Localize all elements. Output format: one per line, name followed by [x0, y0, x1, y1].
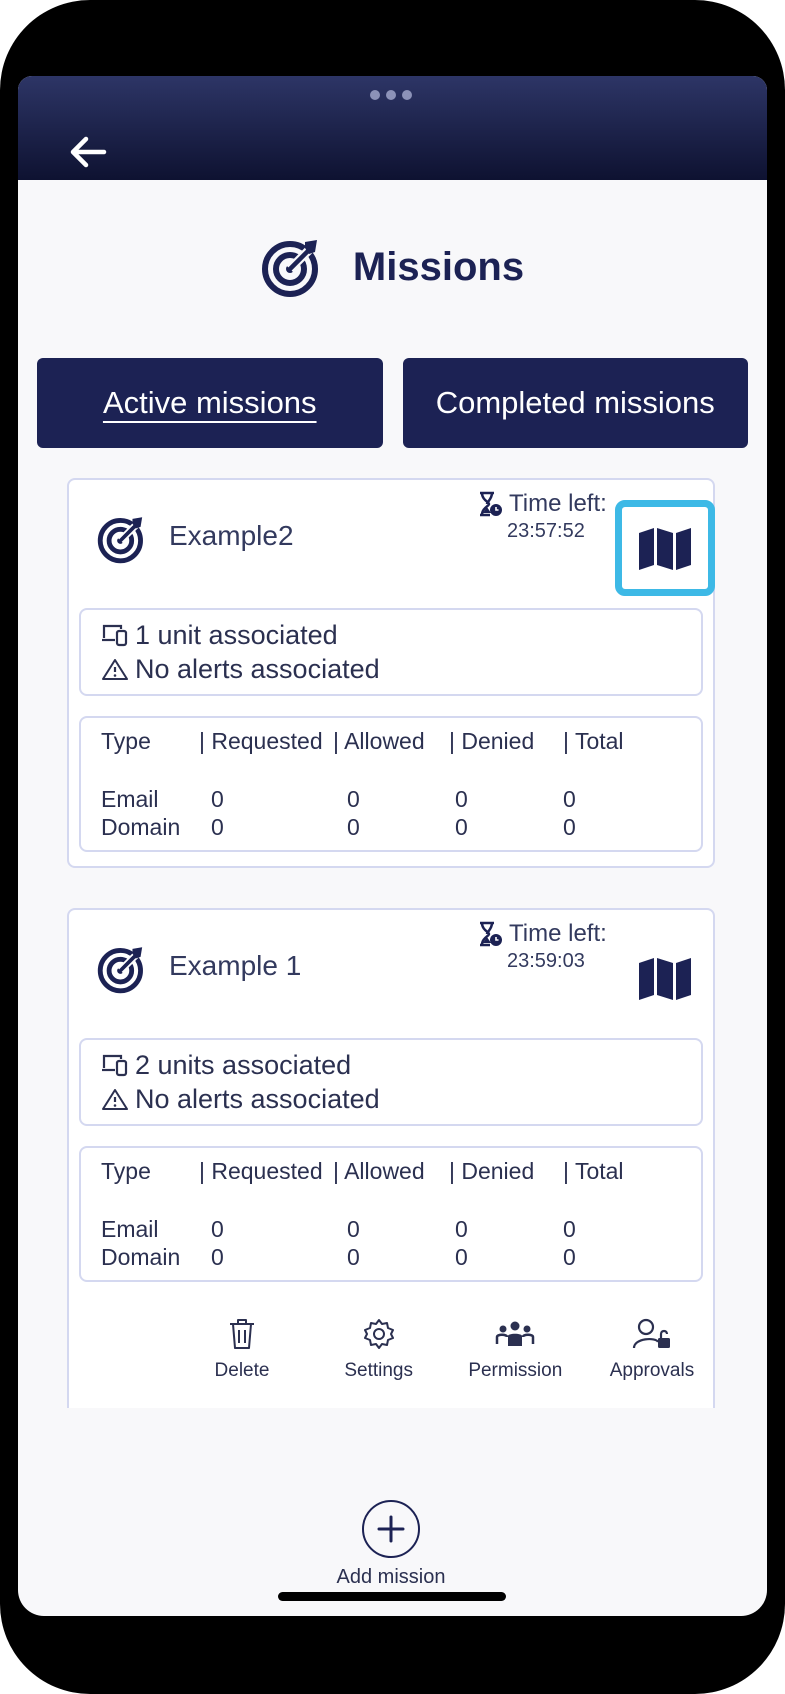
- user-lock-icon: [632, 1318, 670, 1349]
- warning-icon: [102, 1089, 128, 1110]
- table-cell: 0: [563, 786, 576, 812]
- time-left: Time left: 23:57:52: [477, 490, 627, 543]
- units-alerts-box: 1 unit associated No alerts associated: [79, 608, 703, 696]
- table-cell: 0: [347, 786, 360, 812]
- table-header: | Allowed: [333, 728, 425, 754]
- map-button[interactable]: [615, 500, 715, 596]
- delete-label: Delete: [214, 1360, 270, 1381]
- mission-card-header: Example2 Time left: 23:57:52: [69, 480, 715, 608]
- map-icon: [639, 958, 691, 1000]
- requests-table: Type | Requested | Allowed | Denied | To…: [79, 716, 703, 852]
- page-title: Missions: [352, 244, 525, 289]
- plus-icon: [377, 1515, 405, 1543]
- devices-icon: [102, 1054, 128, 1077]
- target-icon: [97, 517, 143, 564]
- app-screen: Missions Active missions Completed missi…: [18, 76, 767, 1616]
- more-dots-icon[interactable]: [370, 90, 412, 100]
- approvals-button[interactable]: Approvals: [587, 1318, 717, 1382]
- table-cell: 0: [347, 1216, 360, 1242]
- map-button[interactable]: [615, 930, 715, 1026]
- table-header: | Denied: [449, 1158, 535, 1184]
- time-left-label: Time left:: [509, 490, 607, 517]
- home-indicator[interactable]: [278, 1592, 506, 1601]
- phone-frame: Missions Active missions Completed missi…: [0, 0, 785, 1694]
- settings-button[interactable]: Settings: [314, 1318, 444, 1382]
- approvals-label: Approvals: [609, 1360, 695, 1381]
- alerts-associated: No alerts associated: [135, 654, 380, 684]
- units-alerts-box: 2 units associated No alerts associated: [79, 1038, 703, 1126]
- table-cell: Domain: [101, 814, 181, 840]
- back-arrow-icon[interactable]: [68, 134, 108, 170]
- tab-completed-label: Completed missions: [435, 385, 715, 420]
- table-cell: 0: [563, 1216, 576, 1242]
- hourglass-icon: [480, 491, 502, 517]
- mission-card-header: Example 1 Time left: 23:59:03: [69, 910, 713, 1038]
- warning-icon: [102, 659, 128, 680]
- table-header: Type: [101, 728, 151, 754]
- table-cell: 0: [211, 1244, 224, 1270]
- requests-table: Type | Requested | Allowed | Denied | To…: [79, 1146, 703, 1282]
- table-cell: 0: [455, 814, 468, 840]
- add-mission-label: Add mission: [336, 1566, 446, 1588]
- tab-active-missions[interactable]: Active missions: [37, 358, 383, 448]
- delete-button[interactable]: Delete: [177, 1318, 307, 1382]
- tab-active-label: Active missions: [102, 385, 317, 420]
- permission-button[interactable]: Permission: [450, 1318, 580, 1382]
- add-mission-button[interactable]: [362, 1500, 420, 1558]
- table-header: Type: [101, 1158, 151, 1184]
- gear-icon: [363, 1319, 394, 1349]
- mission-card[interactable]: Example2 Time left: 23:57:52 1 unit asso…: [67, 478, 715, 868]
- tab-completed-missions[interactable]: Completed missions: [402, 358, 748, 448]
- table-cell: Domain: [101, 1244, 181, 1270]
- units-associated: 2 units associated: [135, 1050, 352, 1080]
- table-cell: 0: [211, 786, 224, 812]
- top-bar: [18, 76, 767, 180]
- table-header: | Denied: [449, 728, 535, 754]
- table-header: | Total: [563, 728, 624, 754]
- table-header: | Requested: [199, 728, 323, 754]
- alerts-associated: No alerts associated: [135, 1084, 380, 1114]
- table-cell: 0: [211, 814, 224, 840]
- time-left-value: 23:57:52: [507, 520, 585, 542]
- trash-icon: [230, 1319, 254, 1349]
- map-icon: [639, 528, 691, 570]
- table-cell: 0: [455, 1216, 468, 1242]
- table-header: | Allowed: [333, 1158, 425, 1184]
- table-cell: 0: [347, 814, 360, 840]
- hourglass-icon: [480, 921, 502, 947]
- target-icon: [261, 240, 318, 297]
- permission-label: Permission: [468, 1360, 563, 1381]
- table-cell: Email: [101, 786, 159, 812]
- time-left-label: Time left:: [509, 920, 607, 947]
- table-cell: 0: [563, 1244, 576, 1270]
- add-mission: Add mission: [331, 1500, 451, 1589]
- devices-icon: [102, 624, 128, 647]
- time-left: Time left: 23:59:03: [477, 920, 627, 973]
- settings-label: Settings: [344, 1360, 413, 1381]
- table-cell: 0: [211, 1216, 224, 1242]
- table-header: | Total: [563, 1158, 624, 1184]
- table-header: | Requested: [199, 1158, 323, 1184]
- table-cell: 0: [347, 1244, 360, 1270]
- people-icon: [496, 1321, 535, 1346]
- table-cell: 0: [455, 786, 468, 812]
- table-cell: Email: [101, 1216, 159, 1242]
- units-associated: 1 unit associated: [135, 620, 338, 650]
- mission-name: Example2: [169, 520, 294, 551]
- mission-actions: Delete Settings Permission Approvals: [177, 1318, 717, 1382]
- table-cell: 0: [563, 814, 576, 840]
- target-icon: [97, 947, 143, 994]
- mission-tabs: Active missions Completed missions: [37, 358, 748, 448]
- time-left-value: 23:59:03: [507, 950, 585, 972]
- table-cell: 0: [455, 1244, 468, 1270]
- mission-card[interactable]: Example 1 Time left: 23:59:03 2 units as…: [67, 908, 715, 1408]
- page-header: Missions: [18, 236, 767, 298]
- mission-name: Example 1: [169, 950, 302, 981]
